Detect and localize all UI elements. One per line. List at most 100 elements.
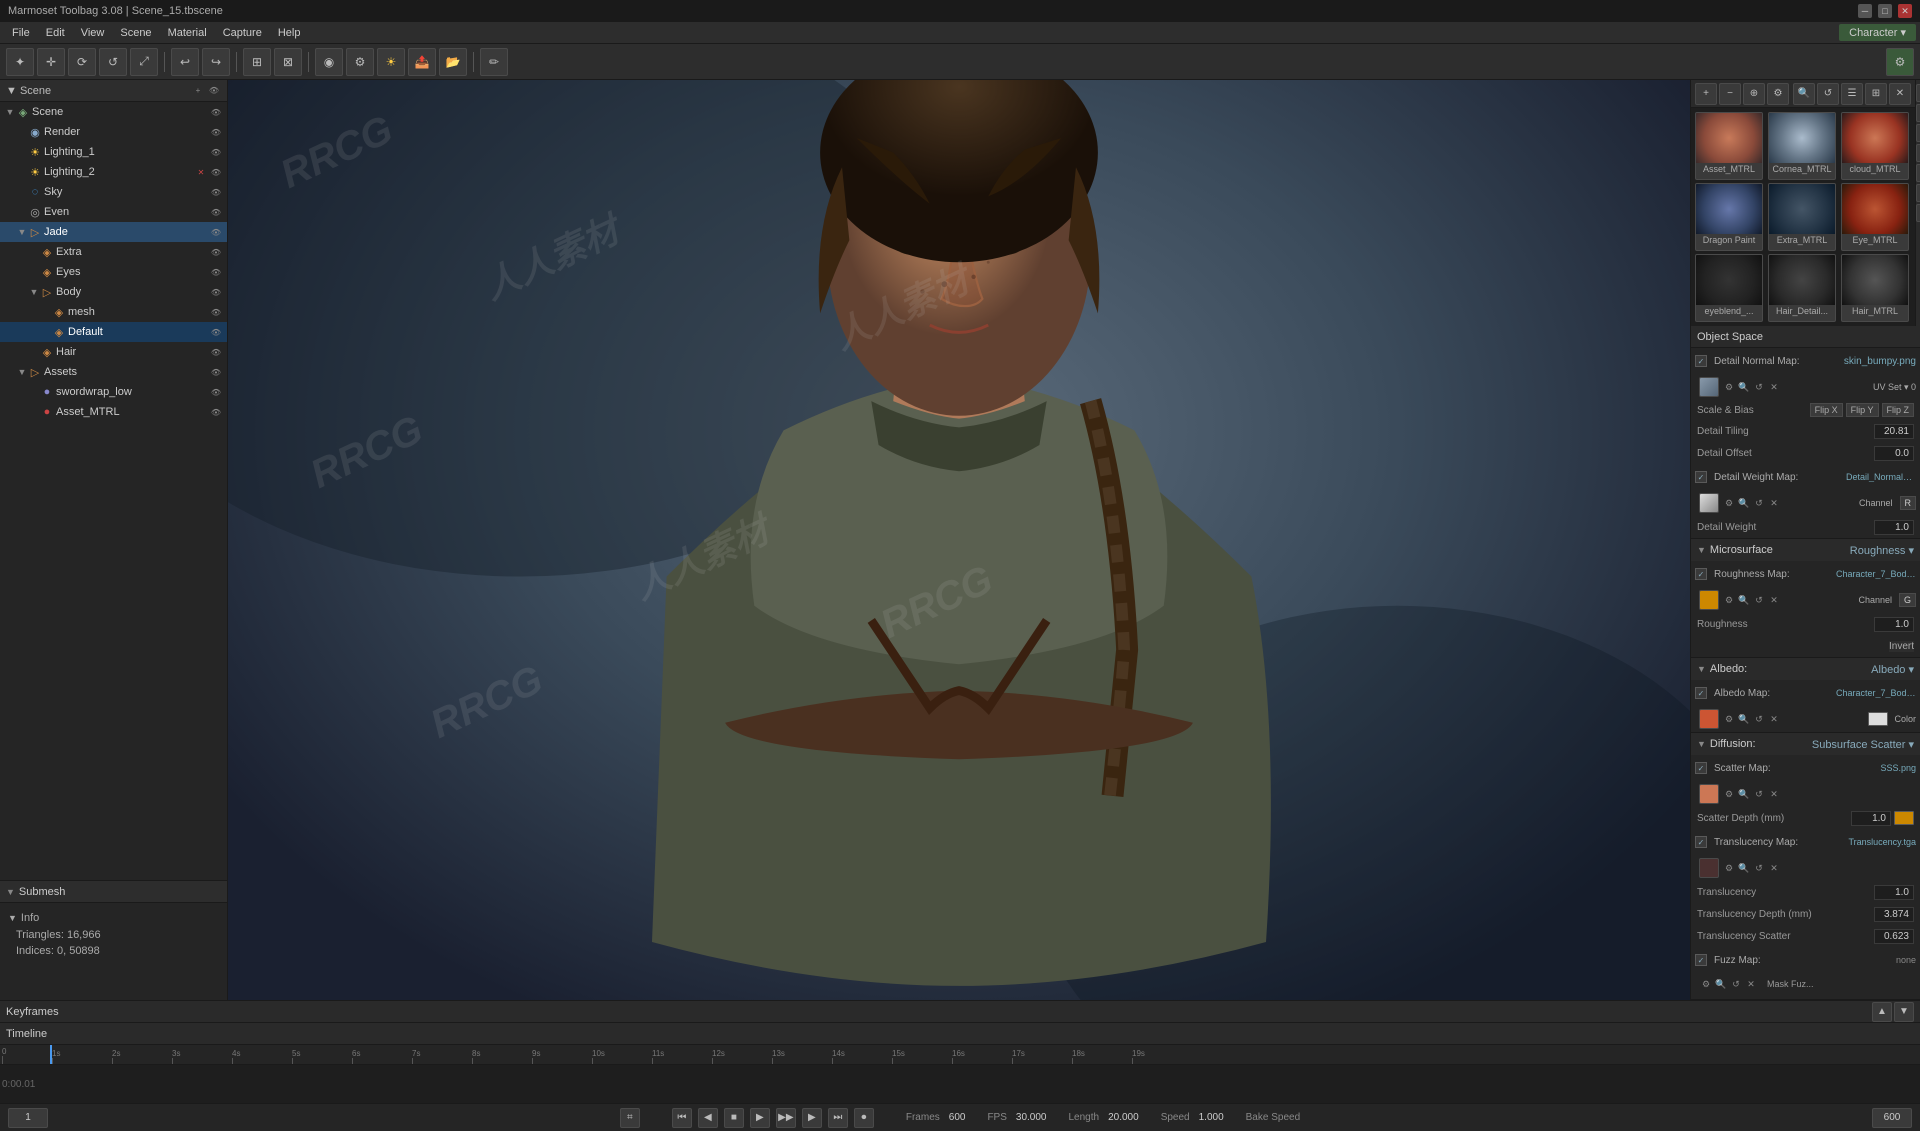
default-eye[interactable]: 👁	[209, 325, 223, 339]
right-icon-2[interactable]: ◉	[1916, 104, 1920, 122]
tree-item-assetmtrl[interactable]: ● Asset_MTRL 👁	[0, 402, 227, 422]
tl-bake-end[interactable]: 600	[1872, 1108, 1912, 1128]
mat-thumb-hair[interactable]: Hair_MTRL	[1841, 254, 1909, 322]
tl-play[interactable]: ▶	[750, 1108, 770, 1128]
weight-clear[interactable]: ✕	[1767, 496, 1781, 510]
detail-normal-settings[interactable]: ⚙	[1722, 380, 1736, 394]
roughness-channel-val[interactable]: G	[1899, 593, 1916, 607]
tree-item-even[interactable]: ◎ Even 👁	[0, 202, 227, 222]
tree-item-body[interactable]: ▼ ▷ Body 👁	[0, 282, 227, 302]
tl-play-fwd[interactable]: ▶▶	[776, 1108, 796, 1128]
extra-eye[interactable]: 👁	[209, 245, 223, 259]
detail-offset-val[interactable]: 0.0	[1874, 446, 1914, 461]
even-eye[interactable]: 👁	[209, 205, 223, 219]
fuzz-check[interactable]: ✓	[1695, 954, 1707, 966]
rt-list[interactable]: ☰	[1841, 83, 1863, 105]
menu-edit[interactable]: Edit	[38, 25, 73, 41]
swordwrap-eye[interactable]: 👁	[209, 385, 223, 399]
menu-capture[interactable]: Capture	[215, 25, 270, 41]
roughness-search[interactable]: 🔍	[1737, 593, 1751, 607]
assetmtrl-eye[interactable]: 👁	[209, 405, 223, 419]
scatter-check[interactable]: ✓	[1695, 762, 1707, 774]
tl-prev-frame[interactable]: ◀	[698, 1108, 718, 1128]
mat-thumb-cloud[interactable]: cloud_MTRL	[1841, 112, 1909, 180]
tl-frame-display[interactable]: 1	[8, 1108, 48, 1128]
roughness-refresh[interactable]: ↺	[1752, 593, 1766, 607]
tool-export[interactable]: 📤	[408, 48, 436, 76]
albedo-header[interactable]: ▼ Albedo: Albedo ▾	[1691, 658, 1920, 680]
mesh-eye[interactable]: 👁	[209, 305, 223, 319]
tl-key-btn[interactable]: ⌗	[620, 1108, 640, 1128]
tool-select[interactable]: ✦	[6, 48, 34, 76]
scene-action-eye[interactable]: 👁	[209, 105, 223, 119]
tl-settings[interactable]: ▼	[1894, 1002, 1914, 1022]
detail-normal-search[interactable]: 🔍	[1737, 380, 1751, 394]
detail-normal-thumb[interactable]	[1699, 377, 1719, 397]
assets-eye[interactable]: 👁	[209, 365, 223, 379]
roughness-check[interactable]: ✓	[1695, 568, 1707, 580]
right-icon-6[interactable]: ↺	[1916, 184, 1920, 202]
info-section-header[interactable]: ▼ Info	[8, 909, 219, 927]
translucency-check[interactable]: ✓	[1695, 836, 1707, 848]
render-action-eye[interactable]: 👁	[209, 125, 223, 139]
rt-grid[interactable]: ⊞	[1865, 83, 1887, 105]
tree-item-render[interactable]: ◉ Render 👁	[0, 122, 227, 142]
right-icon-1[interactable]: ☰	[1916, 84, 1920, 102]
right-icon-7[interactable]: ✕	[1916, 204, 1920, 222]
albedo-val[interactable]: Albedo ▾	[1871, 663, 1914, 676]
scatter-thumb[interactable]	[1699, 784, 1719, 804]
rt-settings[interactable]: ⚙	[1767, 83, 1789, 105]
rt-remove[interactable]: −	[1719, 83, 1741, 105]
fuzz-refresh[interactable]: ↺	[1729, 977, 1743, 991]
right-icon-3[interactable]: ⊞	[1916, 124, 1920, 142]
tool-render[interactable]: ◉	[315, 48, 343, 76]
body-eye[interactable]: 👁	[209, 285, 223, 299]
rt-search[interactable]: 🔍	[1793, 83, 1815, 105]
diffusion-header[interactable]: ▼ Diffusion: Subsurface Scatter ▾	[1691, 733, 1920, 755]
detail-normal-check[interactable]: ✓	[1695, 355, 1707, 367]
flip-z-btn[interactable]: Flip Z	[1882, 403, 1915, 417]
tool-delete[interactable]: ⊠	[274, 48, 302, 76]
tool-settings[interactable]: ⚙	[346, 48, 374, 76]
lighting2-delete[interactable]: ✕	[194, 165, 208, 179]
weight-search[interactable]: 🔍	[1737, 496, 1751, 510]
tool-settings-2[interactable]: ⚙	[1886, 48, 1914, 76]
scatter-depth-val[interactable]: 1.0	[1851, 811, 1891, 826]
scatter-search[interactable]: 🔍	[1737, 787, 1751, 801]
lighting1-eye[interactable]: 👁	[209, 145, 223, 159]
tree-item-extra[interactable]: ◈ Extra 👁	[0, 242, 227, 262]
tool-brush[interactable]: ✏	[480, 48, 508, 76]
albedo-check[interactable]: ✓	[1695, 687, 1707, 699]
mat-thumb-asset-mtrl[interactable]: Asset_MTRL	[1695, 112, 1763, 180]
roughness-val[interactable]: 1.0	[1874, 617, 1914, 632]
tool-redo[interactable]: ↪	[202, 48, 230, 76]
right-icon-5[interactable]: ⚙	[1916, 164, 1920, 182]
translucency-scatter-val[interactable]: 0.623	[1874, 929, 1914, 944]
tl-skip-fwd[interactable]: ⏭	[828, 1108, 848, 1128]
translucency-val[interactable]: 1.0	[1874, 885, 1914, 900]
menu-material[interactable]: Material	[160, 25, 215, 41]
roughness-settings[interactable]: ⚙	[1722, 593, 1736, 607]
roughness-thumb[interactable]	[1699, 590, 1719, 610]
character-button[interactable]: Character ▾	[1839, 24, 1916, 41]
menu-scene[interactable]: Scene	[112, 25, 159, 41]
tree-item-hair[interactable]: ◈ Hair 👁	[0, 342, 227, 362]
scene-add-btn[interactable]: +	[191, 84, 205, 98]
translucency-refresh[interactable]: ↺	[1752, 861, 1766, 875]
albedo-color-swatch[interactable]	[1868, 712, 1888, 726]
tree-item-default[interactable]: ◈ Default 👁	[0, 322, 227, 342]
menu-view[interactable]: View	[73, 25, 113, 41]
scatter-refresh[interactable]: ↺	[1752, 787, 1766, 801]
diffusion-val[interactable]: Subsurface Scatter ▾	[1812, 738, 1914, 751]
translucency-depth-val[interactable]: 3.874	[1874, 907, 1914, 922]
tree-item-jade[interactable]: ▼ ▷ Jade 👁	[0, 222, 227, 242]
scatter-clear[interactable]: ✕	[1767, 787, 1781, 801]
detail-weight-val[interactable]: 1.0	[1874, 520, 1914, 535]
tool-rotate[interactable]: ↺	[99, 48, 127, 76]
scatter-depth-swatch[interactable]	[1894, 811, 1914, 825]
rt-refresh[interactable]: ↺	[1817, 83, 1839, 105]
scene-eye-btn[interactable]: 👁	[207, 84, 221, 98]
sky-eye[interactable]: 👁	[209, 185, 223, 199]
weight-map-check[interactable]: ✓	[1695, 471, 1707, 483]
rt-close[interactable]: ✕	[1889, 83, 1911, 105]
